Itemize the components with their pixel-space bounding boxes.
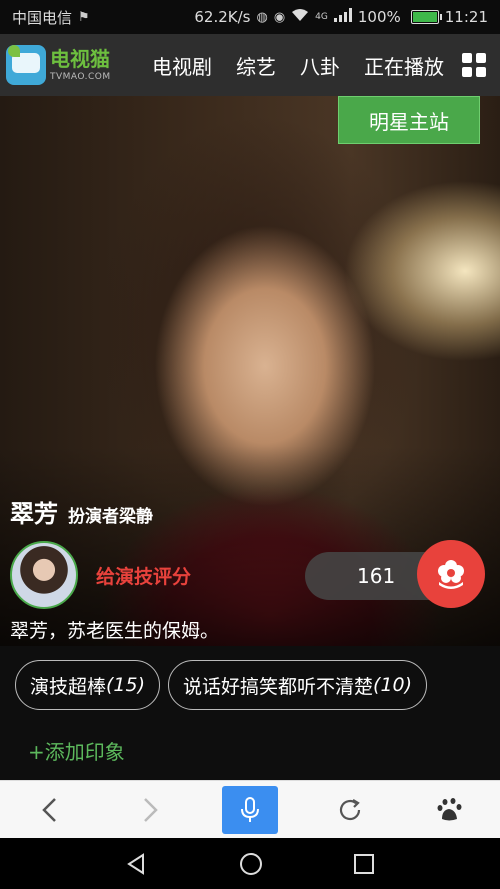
impression-tag-label: 演技超棒 <box>30 675 107 698</box>
impression-tag[interactable]: 说话好搞笑都听不清楚 (10) <box>168 660 428 710</box>
voice-search-button[interactable] <box>222 785 278 834</box>
tv-cat-logo-icon <box>6 45 46 85</box>
impression-tag-label: 说话好搞笑都听不清楚 <box>183 675 374 698</box>
browser-toolbar <box>0 780 500 838</box>
signal-icon <box>333 8 352 26</box>
logo-title: 电视猫 <box>50 46 110 71</box>
data-saver-icon: ◍ <box>256 9 268 25</box>
net-speed: 62.2K/s <box>194 8 251 26</box>
actor-label[interactable]: 扮演者梁静 <box>68 502 153 527</box>
wifi-icon <box>291 8 309 26</box>
microphone-icon <box>241 796 259 822</box>
main-nav: 电视剧 综艺 八卦 正在播放 <box>140 51 462 80</box>
impressions-section: 演技超棒 (15) 说话好搞笑都听不清楚 (10) +添加印象 <box>0 646 500 780</box>
nav-item-now-playing[interactable]: 正在播放 <box>364 51 444 80</box>
nav-item-gossip[interactable]: 八卦 <box>300 51 340 80</box>
system-nav-bar <box>0 838 500 889</box>
character-name: 翠芳 <box>10 500 58 528</box>
app-header: 电视猫 TVMAO.COM 电视剧 综艺 八卦 正在播放 <box>0 34 500 96</box>
vote-count: 161 <box>357 564 396 588</box>
status-bar: 中国电信 ⚑ 62.2K/s ◍ ◉ 4G 100% 11:21 <box>0 0 500 34</box>
actor-avatar[interactable] <box>10 541 78 609</box>
recents-square-icon[interactable] <box>353 853 375 875</box>
back-arrow-icon <box>42 797 56 822</box>
forward-arrow-icon <box>144 797 158 822</box>
forward-button[interactable] <box>122 786 178 834</box>
back-button[interactable] <box>22 786 78 834</box>
refresh-icon <box>339 798 361 820</box>
clock: 11:21 <box>444 8 488 26</box>
impression-tag-count: (15) <box>106 674 146 696</box>
home-circle-icon[interactable] <box>238 851 264 877</box>
nav-item-variety[interactable]: 综艺 <box>236 51 276 80</box>
battery-percent: 100% <box>357 8 401 26</box>
send-flower-button[interactable] <box>417 540 485 608</box>
character-hero: 明星主站 翠芳 扮演者梁静 给演技评分 161 翠芳，苏老医生的保姆。 <box>0 96 500 646</box>
character-description: 翠芳，苏老医生的保姆。 <box>10 620 220 642</box>
network-type: 4G <box>315 12 328 22</box>
tvmao-logo[interactable]: 电视猫 TVMAO.COM <box>0 45 140 85</box>
battery-icon <box>410 10 442 24</box>
impression-tag[interactable]: 演技超棒 (15) <box>15 660 161 710</box>
add-impression-button[interactable]: +添加印象 <box>28 736 125 765</box>
star-home-button[interactable]: 明星主站 <box>338 96 480 144</box>
baidu-button[interactable] <box>422 786 478 834</box>
eye-icon: ◉ <box>273 9 286 25</box>
rate-acting-link[interactable]: 给演技评分 <box>96 562 191 589</box>
grid-menu-icon[interactable] <box>462 53 486 77</box>
nav-item-tv-series[interactable]: 电视剧 <box>152 51 212 80</box>
carrier-label: 中国电信 <box>12 8 73 27</box>
refresh-button[interactable] <box>322 786 378 834</box>
notification-icon: ⚑ <box>78 9 90 25</box>
baidu-paw-icon <box>437 797 462 820</box>
flower-icon <box>438 560 464 589</box>
impression-tag-count: (10) <box>373 674 413 696</box>
battery-fill <box>412 12 437 22</box>
back-triangle-icon[interactable] <box>125 852 149 876</box>
logo-subtitle: TVMAO.COM <box>50 71 111 82</box>
